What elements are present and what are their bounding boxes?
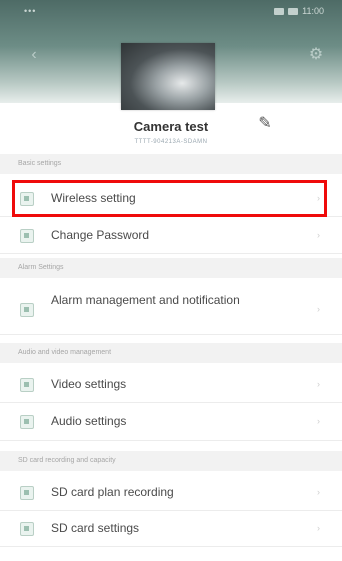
chevron-right-icon: › [317,379,320,389]
camera-name: Camera test [133,119,209,134]
gear-icon[interactable]: ⚙ [306,45,326,65]
calendar-icon [20,486,34,500]
section-header-alarm: Alarm Settings [0,258,342,278]
alarm-icon [20,303,34,317]
status-bar: ••• 11:00 [0,0,342,22]
chevron-right-icon: › [317,523,320,533]
section-header-sd-card: SD card recording and capacity [0,451,342,471]
chevron-right-icon: › [317,304,320,314]
section-header-audio-video: Audio and video management [0,343,342,363]
lock-icon [20,229,34,243]
signal-icon [274,7,285,15]
sd-card-plan-recording-row[interactable]: SD card plan recording › [0,475,342,511]
chevron-right-icon: › [317,193,320,203]
sd-card-settings-row[interactable]: SD card settings › [0,511,342,547]
video-settings-row[interactable]: Video settings › [0,367,342,403]
row-label: Video settings [51,377,127,391]
status-icons: 11:00 [274,6,324,16]
wifi-icon [20,192,34,206]
row-label: Audio settings [51,414,127,428]
row-label: Alarm management and notification [51,293,240,307]
back-icon[interactable]: ‹ [24,45,44,65]
row-label: Wireless setting [51,191,136,205]
row-label: SD card settings [51,521,140,535]
status-time: 11:00 [302,6,324,16]
edit-icon[interactable]: ✎ [254,113,276,135]
chevron-right-icon: › [317,487,320,497]
status-left: ••• [24,6,37,16]
row-label: SD card plan recording [51,485,174,499]
camera-id: TTTT-904213A-SDAMN [134,139,208,145]
audio-icon [20,415,34,429]
sd-card-icon [20,522,34,536]
camera-thumbnail[interactable] [121,43,215,110]
wireless-setting-row[interactable]: Wireless setting › [0,180,342,217]
audio-settings-row[interactable]: Audio settings › [0,403,342,441]
chevron-right-icon: › [317,230,320,240]
video-icon [20,378,34,392]
camera-settings-page: ••• 11:00 ‹ ⚙ Camera test ✎ TTTT-904213A… [0,0,342,561]
change-password-row[interactable]: Change Password › [0,217,342,254]
section-header-basic: Basic settings [0,154,342,174]
chevron-right-icon: › [317,416,320,426]
row-label: Change Password [51,228,150,242]
alarm-management-row[interactable]: Alarm management and notification › [0,283,342,335]
battery-icon [288,7,299,15]
